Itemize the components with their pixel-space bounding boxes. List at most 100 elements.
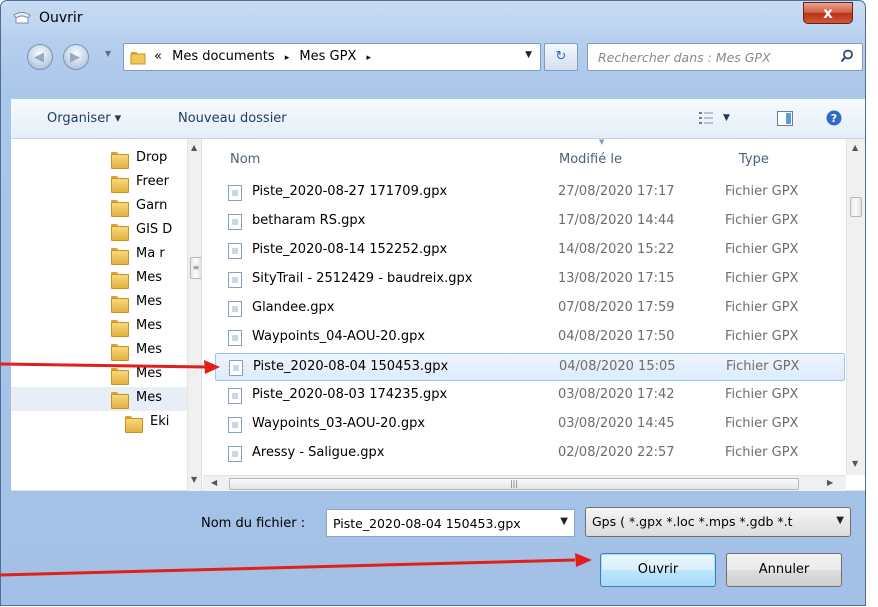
tree-item-label: Eki	[150, 414, 170, 429]
file-modified: 14/08/2020 15:22	[558, 242, 675, 257]
breadcrumb-separator-icon[interactable]: ▸	[367, 53, 372, 63]
folder-icon	[130, 52, 146, 65]
tree-item-label: Mes	[136, 318, 162, 333]
file-row[interactable]: Piste_2020-08-03 174235.gpx 03/08/2020 17…	[215, 382, 845, 410]
tree-item[interactable]: Mes	[11, 363, 187, 387]
filetype-dropdown-icon[interactable]: ▼	[836, 515, 844, 526]
breadcrumb-mes-gpx[interactable]: Mes GPX	[299, 49, 356, 64]
breadcrumb-overflow[interactable]: «	[154, 49, 162, 64]
file-row[interactable]: Piste_2020-08-27 171709.gpx 27/08/2020 17…	[215, 179, 845, 207]
scroll-down-icon[interactable]: ▼	[852, 459, 858, 468]
file-row[interactable]: Piste_2020-08-14 152252.gpx 14/08/2020 15…	[215, 237, 845, 265]
filetype-select[interactable]: Gps ( *.gpx *.loc *.mps *.gdb *.t ▼	[585, 507, 851, 537]
recent-pages-dropdown-icon[interactable]: ▼	[105, 49, 111, 58]
tree-item-label: Mes	[136, 366, 162, 381]
open-button[interactable]: Ouvrir	[600, 553, 716, 587]
tree-scrollbar[interactable]: ▲ ≡ ▼	[187, 139, 201, 491]
tree-item[interactable]: Mes	[11, 315, 187, 339]
scroll-right-icon[interactable]: ▶	[827, 478, 833, 487]
folder-icon	[111, 223, 129, 241]
tree-item-label: Mes	[136, 270, 162, 285]
preview-pane-icon[interactable]	[777, 111, 793, 126]
navigation-bar: ◀ ▶ ▼ « Mes documents ▸ Mes GPX ▸ ▼ ↻ Re…	[1, 41, 865, 73]
file-row[interactable]: Glandee.gpx 07/08/2020 17:59 Fichier GPX	[215, 295, 845, 323]
navigation-pane: Drop Freer Garn GIS D Ma r Mes Mes Mes M…	[11, 139, 202, 491]
back-arrow-icon: ◀	[34, 50, 44, 65]
command-toolbar: Organiser ▾ Nouveau dossier ▼ ?	[11, 99, 865, 139]
tree-item[interactable]: Mes	[11, 291, 187, 315]
forward-button[interactable]: ▶	[63, 44, 89, 70]
tree-item-label: Drop	[136, 150, 168, 165]
file-row[interactable]: SityTrail - 2512429 - baudreix.gpx 13/08/…	[215, 266, 845, 294]
file-icon	[228, 330, 242, 346]
column-header-type[interactable]: Type	[739, 152, 769, 167]
tree-item[interactable]: Garn	[11, 195, 187, 219]
help-icon[interactable]: ?	[826, 110, 842, 126]
tree-item-label: Mes	[136, 342, 162, 357]
tree-item[interactable]: Eki	[11, 411, 187, 435]
tree-item-selected[interactable]: Mes	[11, 387, 187, 411]
scroll-down-icon[interactable]: ▼	[191, 475, 197, 484]
file-list-hscroll-thumb[interactable]: |||	[229, 478, 799, 490]
title-bar[interactable]: Ouvrir x	[1, 1, 865, 35]
view-options-icon[interactable]	[699, 111, 713, 125]
tree-item[interactable]: Drop	[11, 147, 187, 171]
tree-item[interactable]: Freer	[11, 171, 187, 195]
address-dropdown-icon[interactable]: ▼	[525, 50, 532, 60]
column-header-modified[interactable]: ▼ Modifié le	[559, 139, 622, 167]
file-list-horizontal-scrollbar[interactable]: ◀ ||| ▶	[203, 475, 846, 491]
file-modified: 27/08/2020 17:17	[558, 184, 675, 199]
tree-item[interactable]: Mes	[11, 339, 187, 363]
resize-grip-icon[interactable]: ⋰	[852, 593, 861, 603]
tree-item[interactable]: GIS D	[11, 219, 187, 243]
file-icon	[228, 301, 242, 317]
filename-field[interactable]: Piste_2020-08-04 150453.gpx ▼	[326, 509, 575, 537]
file-row-selected[interactable]: Piste_2020-08-04 150453.gpx 04/08/2020 15…	[215, 353, 845, 381]
file-name: Waypoints_03-AOU-20.gpx	[252, 416, 426, 431]
dialog-footer: Nom du fichier : Piste_2020-08-04 150453…	[11, 491, 865, 607]
close-button[interactable]: x	[803, 2, 853, 24]
file-icon	[229, 360, 243, 376]
new-folder-button[interactable]: Nouveau dossier	[178, 111, 287, 126]
file-row[interactable]: betharam RS.gpx 17/08/2020 14:44 Fichier G…	[215, 208, 845, 236]
refresh-button[interactable]: ↻	[544, 43, 578, 71]
dialog-icon	[13, 12, 31, 24]
tree-item[interactable]: Mes	[11, 267, 187, 291]
search-input[interactable]: Rechercher dans : Mes GPX	[598, 50, 771, 65]
column-header-name[interactable]: Nom	[230, 152, 260, 167]
folder-icon	[111, 247, 129, 265]
file-row[interactable]: Waypoints_03-AOU-20.gpx 03/08/2020 14:45 F…	[215, 411, 845, 439]
sort-indicator-icon: ▼	[599, 139, 605, 146]
column-header-modified-label: Modifié le	[559, 152, 622, 167]
breadcrumb-separator-icon[interactable]: ▸	[285, 53, 290, 63]
tree-scroll-thumb[interactable]: ≡	[190, 257, 201, 279]
file-row[interactable]: Waypoints_04-AOU-20.gpx 04/08/2020 17:50 F…	[215, 324, 845, 352]
file-type: Fichier GPX	[725, 445, 799, 460]
folder-icon	[111, 367, 129, 385]
breadcrumb-mes-documents[interactable]: Mes documents	[172, 49, 274, 64]
address-bar[interactable]: « Mes documents ▸ Mes GPX ▸ ▼	[123, 43, 541, 71]
search-icon[interactable]	[840, 49, 854, 63]
filename-dropdown-icon[interactable]: ▼	[560, 516, 568, 527]
file-modified: 13/08/2020 17:15	[558, 271, 675, 286]
scroll-up-icon[interactable]: ▲	[191, 143, 197, 152]
view-dropdown-icon[interactable]: ▼	[723, 113, 730, 123]
scroll-up-icon[interactable]: ▲	[852, 143, 858, 152]
filename-value[interactable]: Piste_2020-08-04 150453.gpx	[333, 516, 539, 531]
tree-item-label: Ma r	[136, 246, 165, 261]
close-icon: x	[823, 4, 833, 22]
organize-button[interactable]: Organiser ▾	[47, 111, 121, 126]
file-icon	[228, 214, 242, 230]
file-row[interactable]: Aressy - Saligue.gpx 02/08/2020 22:57 Fich…	[215, 440, 845, 468]
file-modified: 04/08/2020 15:05	[559, 359, 676, 374]
search-box[interactable]: Rechercher dans : Mes GPX	[587, 43, 863, 71]
svg-text:?: ?	[831, 112, 837, 125]
file-name: Glandee.gpx	[252, 300, 335, 315]
file-list-vertical-scrollbar[interactable]: ▲ ▼	[846, 139, 865, 475]
cancel-button[interactable]: Annuler	[726, 553, 842, 587]
file-list-scroll-thumb[interactable]	[850, 197, 862, 217]
back-button[interactable]: ◀	[27, 44, 53, 70]
tree-item[interactable]: Ma r	[11, 243, 187, 267]
scroll-left-icon[interactable]: ◀	[211, 478, 217, 487]
dialog-title: Ouvrir	[39, 10, 83, 26]
